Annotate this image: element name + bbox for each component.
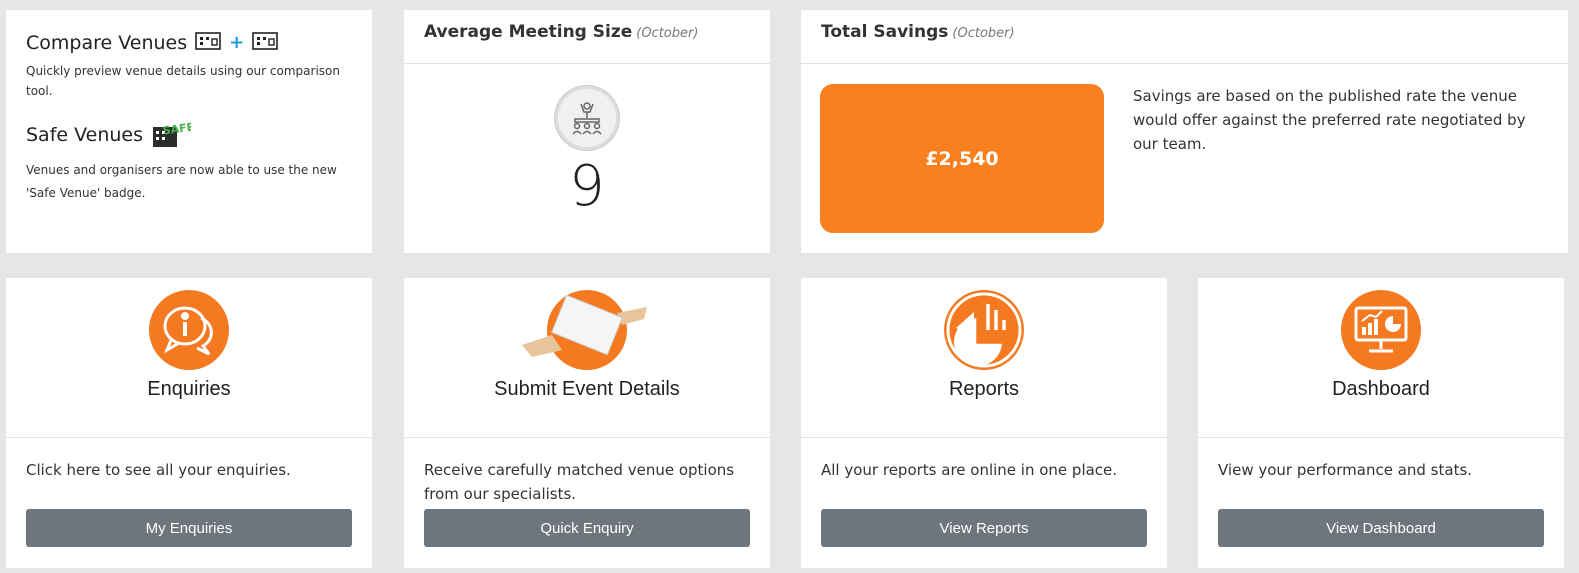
compare-venues-card: Compare Venues + Quickly preview venue d… (6, 10, 372, 253)
safe-badge-text: SAFE (162, 121, 191, 138)
enquiries-title: Enquiries (147, 378, 231, 400)
monitor-stats-icon (1341, 290, 1421, 370)
building-icon (252, 30, 279, 55)
pie-chart-icon (944, 290, 1024, 370)
enquiries-tile: Enquiries Click here to see all your enq… (6, 278, 372, 568)
safe-venues-description: Venues and organisers are now able to us… (26, 163, 337, 200)
average-meeting-size-title: Average Meeting Size (424, 22, 633, 42)
quick-enquiry-button[interactable]: Quick Enquiry (424, 509, 750, 547)
total-savings-amount: £2,540 (820, 84, 1104, 233)
total-savings-title: Total Savings (821, 22, 949, 42)
safe-venue-badge-icon: SAFE (151, 120, 195, 149)
total-savings-card: Total Savings (October) £2,540 Savings ar… (801, 10, 1568, 253)
safe-venues-heading[interactable]: Safe Venues SAFE (26, 120, 352, 149)
savings-explanation: Savings are based on the published rate … (1133, 87, 1526, 153)
submit-event-details-tile: Submit Event Details Receive carefully m… (404, 278, 770, 568)
meeting-group-icon (555, 86, 619, 150)
reports-tile: Reports All your reports are online in o… (801, 278, 1167, 568)
my-enquiries-button[interactable]: My Enquiries (26, 509, 352, 547)
info-chat-icon (149, 290, 229, 370)
average-meeting-size-header: Average Meeting Size (October) (404, 10, 770, 64)
dashboard-title: Dashboard (1332, 378, 1430, 400)
plus-symbol: + (229, 32, 245, 53)
period-label: (October) (952, 26, 1015, 41)
compare-venues-description: Quickly preview venue details using our … (26, 64, 340, 98)
building-icon (195, 30, 221, 55)
handover-document-icon (522, 290, 647, 370)
compare-venues-title: Compare Venues (26, 31, 188, 54)
safe-venues-title: Safe Venues (26, 124, 144, 146)
average-meeting-size-card: Average Meeting Size (October) 9 (404, 10, 770, 253)
period-label: (October) (636, 26, 699, 41)
submit-event-details-title: Submit Event Details (494, 378, 680, 400)
compare-venues-heading[interactable]: Compare Venues + (26, 30, 352, 55)
total-savings-header: Total Savings (October) (801, 10, 1568, 64)
view-dashboard-button[interactable]: View Dashboard (1218, 509, 1544, 547)
average-meeting-size-value: 9 (569, 154, 605, 219)
view-reports-button[interactable]: View Reports (821, 509, 1147, 547)
reports-title: Reports (948, 378, 1020, 400)
dashboard-tile: Dashboard View your performance and stat… (1198, 278, 1564, 568)
